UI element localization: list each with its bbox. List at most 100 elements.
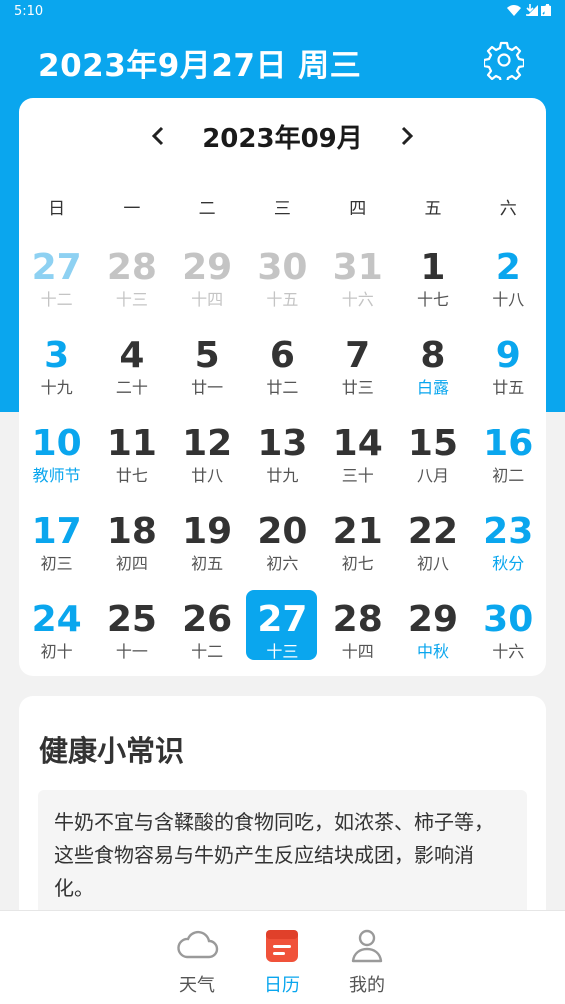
day-number: 28	[106, 247, 157, 288]
day-number: 6	[269, 335, 295, 376]
current-date-title: 2023年9月27日 周三	[38, 48, 362, 84]
calendar-day[interactable]: 28 十三	[94, 238, 169, 326]
calendar-day[interactable]: 29 十四	[170, 238, 245, 326]
day-lunar-label: 十八	[492, 290, 525, 309]
calendar-day[interactable]: 28 十四	[320, 590, 395, 678]
status-bar: 5:10	[0, 0, 565, 24]
day-lunar-label: 廿一	[191, 378, 224, 397]
calendar-day[interactable]: 17 初三	[19, 502, 94, 590]
day-number: 19	[182, 511, 233, 552]
prev-month-button[interactable]	[144, 122, 172, 150]
day-number: 3	[44, 335, 70, 376]
weekday-label: 日	[48, 199, 66, 219]
chevron-right-icon	[401, 126, 413, 146]
day-number: 26	[182, 599, 233, 640]
day-lunar-label: 初二	[492, 466, 525, 485]
calendar-day[interactable]: 11 廿七	[94, 414, 169, 502]
day-lunar-label: 十六	[341, 290, 374, 309]
calendar-day[interactable]: 5 廿一	[170, 326, 245, 414]
gear-icon	[482, 41, 526, 85]
calendar-day[interactable]: 16 初二	[471, 414, 546, 502]
day-number: 15	[407, 423, 459, 464]
day-lunar-label: 十二	[191, 642, 224, 661]
day-lunar-label: 十五	[266, 290, 299, 309]
day-lunar-label: 十六	[492, 642, 525, 661]
nav-calendar[interactable]: 日历	[242, 925, 322, 997]
calendar-day[interactable]: 15 八月	[395, 414, 470, 502]
calendar-day[interactable]: 2 十八	[471, 238, 546, 326]
calendar-day[interactable]: 19 初五	[170, 502, 245, 590]
nav-weather-label: 天气	[179, 975, 215, 996]
settings-button[interactable]	[482, 40, 526, 85]
day-lunar-label: 八月	[416, 466, 449, 485]
day-festival-label: 白露	[416, 378, 449, 397]
calendar-day[interactable]: 9 廿五	[471, 326, 546, 414]
signal-icon	[527, 4, 538, 20]
calendar-day[interactable]: 1 十七	[395, 238, 470, 326]
day-number: 21	[332, 511, 383, 552]
calendar-day[interactable]: 20 初六	[245, 502, 320, 590]
day-lunar-label: 初三	[40, 554, 73, 573]
day-number: 30	[483, 599, 534, 640]
day-number: 11	[106, 423, 157, 464]
calendar-day[interactable]: 26 十二	[170, 590, 245, 678]
calendar-day[interactable]: 7 廿三	[320, 326, 395, 414]
calendar-day[interactable]: 21 初七	[320, 502, 395, 590]
calendar-day[interactable]: 30 十六	[471, 590, 546, 678]
day-lunar-label: 十四	[191, 290, 224, 309]
calendar-day[interactable]: 8 白露	[395, 326, 470, 414]
calendar-day[interactable]: 25 十一	[94, 590, 169, 678]
calendar-day[interactable]: 24 初十	[19, 590, 94, 678]
day-lunar-label: 初八	[416, 554, 449, 573]
day-lunar-label: 十九	[40, 378, 73, 397]
day-number: 22	[407, 511, 459, 552]
day-number: 25	[106, 599, 157, 640]
calendar-day[interactable]: 14 三十	[320, 414, 395, 502]
day-lunar-label: 十四	[341, 642, 374, 661]
day-number: 29	[407, 599, 459, 640]
calendar-week-row: 17 初三 18 初四 19 初五 20 初六 21 初七 22 初八 23 秋分	[19, 502, 546, 590]
day-number: 8	[420, 335, 446, 376]
chevron-left-icon	[152, 126, 164, 146]
calendar-icon	[266, 930, 298, 962]
health-tips-card: 健康小常识 牛奶不宜与含鞣酸的食物同吃，如浓茶、柿子等，这些食物容易与牛奶产生反…	[19, 696, 546, 936]
day-number: 29	[182, 247, 233, 288]
calendar-day[interactable]: 27 十二	[19, 238, 94, 326]
nav-profile[interactable]: 我的	[327, 925, 407, 997]
day-lunar-label: 初七	[341, 554, 374, 573]
weekday-label: 二	[198, 199, 216, 219]
battery-icon	[544, 4, 551, 20]
calendar-day[interactable]: 13 廿九	[245, 414, 320, 502]
calendar-day[interactable]: 12 廿八	[170, 414, 245, 502]
calendar-day[interactable]: 3 十九	[19, 326, 94, 414]
next-month-button[interactable]	[393, 122, 421, 150]
calendar-day[interactable]: 29 中秋	[395, 590, 470, 678]
calendar-day[interactable]: 23 秋分	[471, 502, 546, 590]
status-time: 5:10	[14, 4, 44, 19]
day-festival-label: 秋分	[492, 554, 525, 573]
calendar-day[interactable]: 18 初四	[94, 502, 169, 590]
day-festival-label: 教师节	[32, 466, 81, 485]
calendar-day[interactable]: 10 教师节	[19, 414, 94, 502]
nav-weather[interactable]: 天气	[157, 925, 237, 997]
month-title: 2023年09月	[202, 123, 363, 154]
calendar-day[interactable]: 22 初八	[395, 502, 470, 590]
weekday-label: 三	[273, 199, 291, 219]
day-number: 9	[495, 335, 521, 376]
calendar-day[interactable]: 30 十五	[245, 238, 320, 326]
calendar-day[interactable]: 4 二十	[94, 326, 169, 414]
calendar-grid: 27 十二 28 十三 29 十四 30 十五 31 十六 1 十七 2 十八 3 十九 4 二十 5 廿一 6 廿二 7 廿…	[19, 238, 546, 678]
day-number: 28	[332, 599, 383, 640]
day-number: 30	[257, 247, 308, 288]
calendar-day-selected[interactable]: 27 十三	[245, 590, 320, 678]
day-lunar-label: 初四	[115, 554, 148, 573]
calendar-day[interactable]: 6 廿二	[245, 326, 320, 414]
day-number: 14	[332, 423, 383, 464]
calendar-week-row: 10 教师节 11 廿七 12 廿八 13 廿九 14 三十 15 八月 16 初二	[19, 414, 546, 502]
day-number: 20	[257, 511, 308, 552]
health-tips-title: 健康小常识	[39, 734, 185, 768]
day-number: 23	[483, 511, 534, 552]
calendar-day[interactable]: 31 十六	[320, 238, 395, 326]
day-lunar-label: 廿七	[115, 466, 148, 485]
day-number: 17	[31, 511, 82, 552]
